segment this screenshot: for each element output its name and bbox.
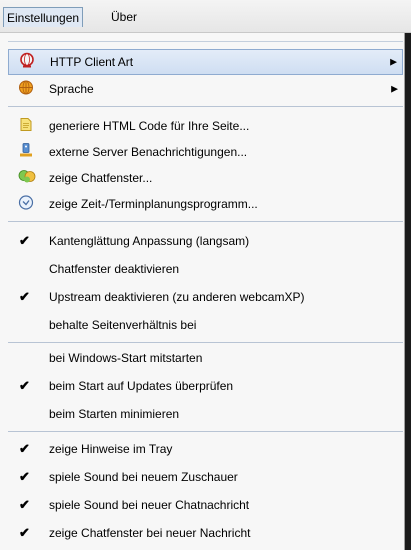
menu-item-tray-hints[interactable]: ✔ zeige Hinweise im Tray bbox=[8, 436, 403, 462]
menu-item-label: Upstream deaktivieren (zu anderen webcam… bbox=[49, 290, 305, 304]
menu-item-start-minimized[interactable]: ✔ beim Starten minimieren bbox=[8, 401, 403, 427]
menu-item-label: beim Starten minimieren bbox=[49, 407, 180, 421]
menu-item-show-chat[interactable]: zeige Chatfenster... bbox=[8, 165, 403, 191]
menu-item-label: zeige Chatfenster bei neuer Nachricht bbox=[49, 526, 251, 540]
menu-item-check-updates[interactable]: ✔ beim Start auf Updates überprüfen bbox=[8, 373, 403, 399]
menu-item-scheduler[interactable]: zeige Zeit-/Terminplanungsprogramm... bbox=[8, 191, 403, 217]
menu-ueber[interactable]: Über bbox=[108, 7, 140, 27]
menu-item-disable-upstream[interactable]: ✔ Upstream deaktivieren (zu anderen webc… bbox=[8, 284, 403, 310]
menu-separator bbox=[8, 41, 403, 42]
menu-item-generate-html[interactable]: generiere HTML Code für Ihre Seite... bbox=[8, 113, 403, 139]
menu-item-disable-chat[interactable]: ✔ Chatfenster deaktivieren bbox=[8, 256, 403, 282]
menu-item-http-client[interactable]: HTTP Client Art ▶ bbox=[8, 49, 403, 75]
menu-separator bbox=[8, 431, 403, 432]
menu-item-label: bei Windows-Start mitstarten bbox=[49, 351, 203, 365]
menu-separator bbox=[8, 342, 403, 343]
checkmark-icon: ✔ bbox=[19, 441, 30, 456]
menu-item-sprache[interactable]: Sprache ▶ bbox=[8, 76, 403, 102]
menu-item-show-chat-on-message[interactable]: ✔ zeige Chatfenster bei neuer Nachricht bbox=[8, 520, 403, 546]
chat-icon bbox=[18, 169, 36, 188]
menu-item-label: HTTP Client Art bbox=[50, 55, 134, 69]
globe-language-icon bbox=[18, 80, 34, 99]
checkmark-icon: ✔ bbox=[19, 289, 30, 304]
menu-item-sound-viewer[interactable]: ✔ spiele Sound bei neuem Zuschauer bbox=[8, 464, 403, 490]
menu-bar: Einstellungen Über bbox=[0, 0, 411, 33]
checkmark-icon: ✔ bbox=[19, 497, 30, 512]
globe-icon bbox=[19, 52, 35, 72]
menu-item-label: zeige Chatfenster... bbox=[49, 171, 153, 185]
menu-item-server-notify[interactable]: externe Server Benachrichtigungen... bbox=[8, 139, 403, 165]
clock-icon bbox=[18, 195, 34, 214]
menu-separator bbox=[8, 221, 403, 222]
menu-item-smoothing[interactable]: ✔ Kantenglättung Anpassung (langsam) bbox=[8, 228, 403, 254]
submenu-arrow-icon: ▶ bbox=[391, 83, 398, 94]
document-icon bbox=[18, 117, 34, 136]
submenu-arrow-icon: ▶ bbox=[390, 56, 397, 67]
menu-item-label: spiele Sound bei neuer Chatnachricht bbox=[49, 498, 250, 512]
menu-item-label: Sprache bbox=[49, 82, 94, 96]
server-icon bbox=[18, 143, 34, 162]
checkmark-icon: ✔ bbox=[19, 378, 30, 393]
menu-item-sound-chat[interactable]: ✔ spiele Sound bei neuer Chatnachricht bbox=[8, 492, 403, 518]
checkmark-icon: ✔ bbox=[19, 525, 30, 540]
menu-item-label: zeige Zeit-/Terminplanungsprogramm... bbox=[49, 197, 258, 211]
menu-item-label: behalte Seitenverhältnis bei bbox=[49, 318, 197, 332]
menu-item-label: generiere HTML Code für Ihre Seite... bbox=[49, 119, 250, 133]
settings-dropdown: HTTP Client Art ▶ Sprache ▶ generiere HT… bbox=[0, 33, 405, 550]
menu-item-label: beim Start auf Updates überprüfen bbox=[49, 379, 234, 393]
menu-item-label: zeige Hinweise im Tray bbox=[49, 442, 173, 456]
menu-item-label: Kantenglättung Anpassung (langsam) bbox=[49, 234, 250, 248]
menu-item-label: Chatfenster deaktivieren bbox=[49, 262, 180, 276]
menu-item-label: spiele Sound bei neuem Zuschauer bbox=[49, 470, 238, 484]
menu-item-autostart[interactable]: ✔ bei Windows-Start mitstarten bbox=[8, 345, 403, 371]
checkmark-icon: ✔ bbox=[19, 469, 30, 484]
checkmark-icon: ✔ bbox=[19, 233, 30, 248]
menu-separator bbox=[8, 106, 403, 107]
menu-einstellungen[interactable]: Einstellungen bbox=[3, 7, 84, 27]
menu-item-keep-ratio[interactable]: ✔ behalte Seitenverhältnis bei bbox=[8, 312, 403, 338]
menu-item-label: externe Server Benachrichtigungen... bbox=[49, 145, 248, 159]
